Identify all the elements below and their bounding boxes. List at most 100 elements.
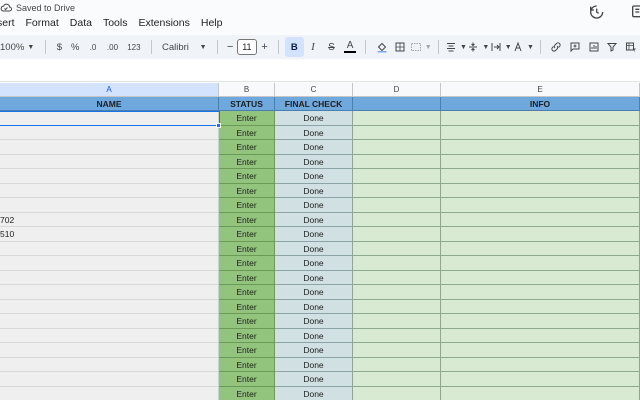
insert-link-button[interactable]: [547, 37, 566, 57]
info-cell[interactable]: [441, 314, 640, 329]
bold-button[interactable]: B: [284, 37, 304, 57]
currency-button[interactable]: $: [52, 37, 67, 57]
info-cell[interactable]: [441, 213, 640, 227]
merge-cells-button[interactable]: ▼: [410, 37, 432, 57]
status-cell[interactable]: Enter: [219, 358, 275, 372]
final-check-cell[interactable]: Done: [275, 271, 353, 285]
d-cell[interactable]: [353, 358, 441, 372]
final-check-cell[interactable]: Done: [275, 358, 353, 372]
name-cell[interactable]: [0, 198, 219, 213]
status-cell[interactable]: Enter: [219, 300, 275, 314]
strikethrough-button[interactable]: S: [322, 37, 341, 57]
status-cell[interactable]: Enter: [219, 372, 275, 387]
final-check-cell[interactable]: Done: [275, 300, 353, 314]
comments-icon[interactable]: [630, 4, 640, 20]
name-cell[interactable]: [0, 285, 219, 300]
info-cell[interactable]: [441, 155, 640, 169]
name-cell[interactable]: [0, 387, 219, 400]
zoom-select[interactable]: 100% ▼: [0, 37, 39, 57]
final-check-cell[interactable]: Done: [275, 242, 353, 256]
filter-button[interactable]: [603, 37, 622, 57]
header-cell-info[interactable]: INFO: [441, 97, 640, 111]
status-cell[interactable]: Enter: [219, 285, 275, 300]
d-cell[interactable]: [353, 300, 441, 314]
number-format-button[interactable]: 123: [123, 37, 145, 57]
d-cell[interactable]: [353, 155, 441, 169]
d-cell[interactable]: [353, 285, 441, 300]
final-check-cell[interactable]: Done: [275, 169, 353, 184]
insert-chart-button[interactable]: [584, 37, 603, 57]
text-wrap-button[interactable]: ▼: [490, 37, 512, 57]
name-cell[interactable]: [0, 111, 219, 126]
increase-decimal-button[interactable]: .00: [102, 37, 122, 57]
final-check-cell[interactable]: Done: [275, 343, 353, 358]
percent-button[interactable]: %: [67, 37, 84, 57]
name-cell[interactable]: [0, 242, 219, 256]
status-cell[interactable]: Enter: [219, 213, 275, 227]
d-cell[interactable]: [353, 227, 441, 242]
final-check-cell[interactable]: Done: [275, 213, 353, 227]
status-cell[interactable]: Enter: [219, 314, 275, 329]
status-cell[interactable]: Enter: [219, 126, 275, 140]
name-cell[interactable]: [0, 358, 219, 372]
info-cell[interactable]: [441, 227, 640, 242]
final-check-cell[interactable]: Done: [275, 256, 353, 271]
fill-color-button[interactable]: [372, 37, 391, 57]
d-cell[interactable]: [353, 329, 441, 343]
increase-font-size-button[interactable]: +: [257, 37, 272, 57]
status-cell[interactable]: Enter: [219, 271, 275, 285]
info-cell[interactable]: [441, 285, 640, 300]
status-cell[interactable]: Enter: [219, 227, 275, 242]
name-cell[interactable]: [0, 155, 219, 169]
header-cell-d[interactable]: [353, 97, 441, 111]
status-cell[interactable]: Enter: [219, 329, 275, 343]
menu-data[interactable]: Data: [70, 17, 92, 29]
name-cell[interactable]: [0, 329, 219, 343]
decrease-font-size-button[interactable]: −: [224, 37, 237, 57]
status-cell[interactable]: Enter: [219, 155, 275, 169]
info-cell[interactable]: [441, 372, 640, 387]
header-cell-status[interactable]: STATUS: [219, 97, 275, 111]
name-cell[interactable]: [0, 314, 219, 329]
insert-comment-button[interactable]: [566, 37, 585, 57]
column-header-b[interactable]: B: [219, 83, 275, 97]
filter-views-button[interactable]: [622, 37, 640, 57]
info-cell[interactable]: [441, 256, 640, 271]
d-cell[interactable]: [353, 184, 441, 198]
borders-button[interactable]: [391, 37, 410, 57]
text-color-button[interactable]: A: [341, 37, 360, 57]
final-check-cell[interactable]: Done: [275, 184, 353, 198]
status-cell[interactable]: Enter: [219, 387, 275, 400]
header-cell-name[interactable]: NAME: [0, 97, 219, 111]
d-cell[interactable]: [353, 256, 441, 271]
font-select[interactable]: Calibri ▼: [158, 37, 211, 57]
final-check-cell[interactable]: Done: [275, 314, 353, 329]
column-header-a[interactable]: A: [0, 83, 219, 97]
info-cell[interactable]: [441, 300, 640, 314]
final-check-cell[interactable]: Done: [275, 285, 353, 300]
save-status[interactable]: Saved to Drive: [0, 2, 75, 14]
final-check-cell[interactable]: Done: [275, 126, 353, 140]
info-cell[interactable]: [441, 198, 640, 213]
d-cell[interactable]: [353, 126, 441, 140]
d-cell[interactable]: [353, 198, 441, 213]
final-check-cell[interactable]: Done: [275, 111, 353, 126]
menu-insert[interactable]: sert: [0, 17, 15, 29]
status-cell[interactable]: Enter: [219, 198, 275, 213]
final-check-cell[interactable]: Done: [275, 372, 353, 387]
final-check-cell[interactable]: Done: [275, 329, 353, 343]
column-header-e[interactable]: E: [441, 83, 640, 97]
header-cell-final-check[interactable]: FINAL CHECK: [275, 97, 353, 111]
status-cell[interactable]: Enter: [219, 111, 275, 126]
vertical-align-button[interactable]: ▼: [467, 37, 489, 57]
d-cell[interactable]: [353, 314, 441, 329]
status-cell[interactable]: Enter: [219, 184, 275, 198]
font-size-input[interactable]: 11: [236, 39, 258, 55]
d-cell[interactable]: [353, 213, 441, 227]
status-cell[interactable]: Enter: [219, 169, 275, 184]
menu-extensions[interactable]: Extensions: [138, 17, 189, 29]
final-check-cell[interactable]: Done: [275, 198, 353, 213]
info-cell[interactable]: [441, 358, 640, 372]
d-cell[interactable]: [353, 242, 441, 256]
d-cell[interactable]: [353, 372, 441, 387]
